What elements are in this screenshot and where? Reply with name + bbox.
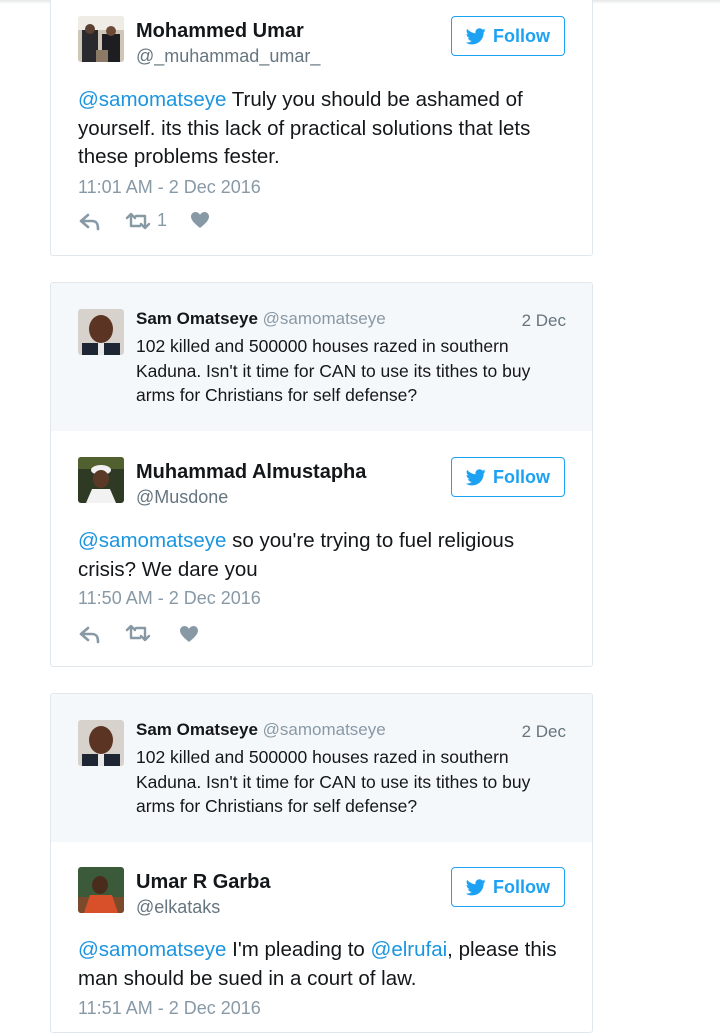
quoted-avatar[interactable] — [78, 720, 124, 766]
retweet-icon — [125, 212, 151, 229]
quoted-header: Sam Omatseye @samomatseye — [136, 309, 386, 329]
tweet-text: @samomatseye I'm pleading to @elrufai, p… — [78, 936, 573, 993]
retweet-icon — [125, 624, 151, 642]
timestamp[interactable]: 11:01 AM - 2 Dec 2016 — [78, 177, 261, 198]
follow-label: Follow — [493, 466, 550, 487]
follow-button[interactable]: Follow — [451, 16, 565, 56]
quoted-text: 102 killed and 500000 houses razed in so… — [136, 336, 531, 405]
user-name[interactable]: Muhammad Almustapha — [136, 461, 366, 484]
like-heart-icon — [180, 626, 198, 642]
quoted-text: 102 killed and 500000 houses razed in so… — [136, 747, 531, 816]
reply-icon — [79, 213, 100, 231]
retweet-count: 1 — [157, 210, 168, 230]
twitter-bird-icon — [466, 878, 486, 895]
like-heart-icon — [191, 212, 209, 228]
reply-icon — [79, 626, 100, 644]
quoted-avatar[interactable] — [78, 309, 124, 355]
avatar[interactable] — [78, 16, 124, 62]
tweet-text: @samomatseye so you're trying to fuel re… — [78, 527, 573, 584]
tweet-card: Mohammed Umar @_muhammad_umar_ Follow @s… — [50, 0, 593, 256]
twitter-bird-icon — [466, 468, 486, 485]
avatar[interactable] — [78, 457, 124, 503]
mention-link[interactable]: @elrufai — [371, 938, 448, 961]
user-handle[interactable]: @elkataks — [136, 897, 220, 918]
follow-label: Follow — [493, 25, 550, 46]
mention-link[interactable]: @samomatseye — [78, 938, 226, 961]
like-button[interactable] — [179, 625, 199, 643]
user-name[interactable]: Mohammed Umar — [136, 20, 304, 43]
mention-link[interactable]: @samomatseye — [78, 88, 226, 111]
user-handle[interactable]: @Musdone — [136, 487, 228, 508]
twitter-bird-icon — [466, 27, 486, 44]
quoted-user-handle: @samomatseye — [262, 720, 386, 739]
retweet-button[interactable] — [125, 624, 151, 642]
mention-link[interactable]: @samomatseye — [78, 529, 226, 552]
quoted-tweet[interactable]: Sam Omatseye @samomatseye 2 Dec 102 kill… — [51, 283, 592, 431]
like-button[interactable] — [190, 211, 210, 229]
retweet-button[interactable]: 1 — [125, 210, 167, 231]
tweet-body: I'm pleading to — [226, 938, 371, 961]
quoted-date: 2 Dec — [521, 722, 566, 741]
reply-button[interactable] — [79, 213, 101, 231]
tweet-text: @samomatseye Truly you should be ashamed… — [78, 86, 573, 172]
follow-button[interactable]: Follow — [451, 867, 565, 907]
user-name[interactable]: Umar R Garba — [136, 871, 271, 894]
quoted-date: 2 Dec — [521, 311, 566, 330]
quoted-user-handle: @samomatseye — [262, 309, 386, 328]
user-handle[interactable]: @_muhammad_umar_ — [136, 46, 320, 67]
quoted-user-name: Sam Omatseye — [136, 720, 258, 739]
reply-button[interactable] — [79, 626, 101, 644]
quoted-user-name: Sam Omatseye — [136, 309, 258, 328]
avatar[interactable] — [78, 867, 124, 913]
follow-label: Follow — [493, 876, 550, 897]
tweet-card: Sam Omatseye @samomatseye 2 Dec 102 kill… — [50, 693, 593, 1033]
tweet-card: Sam Omatseye @samomatseye 2 Dec 102 kill… — [50, 282, 593, 667]
quoted-tweet[interactable]: Sam Omatseye @samomatseye 2 Dec 102 kill… — [51, 694, 592, 842]
timestamp[interactable]: 11:51 AM - 2 Dec 2016 — [78, 998, 261, 1019]
timestamp[interactable]: 11:50 AM - 2 Dec 2016 — [78, 588, 261, 609]
quoted-header: Sam Omatseye @samomatseye — [136, 720, 386, 740]
follow-button[interactable]: Follow — [451, 457, 565, 497]
